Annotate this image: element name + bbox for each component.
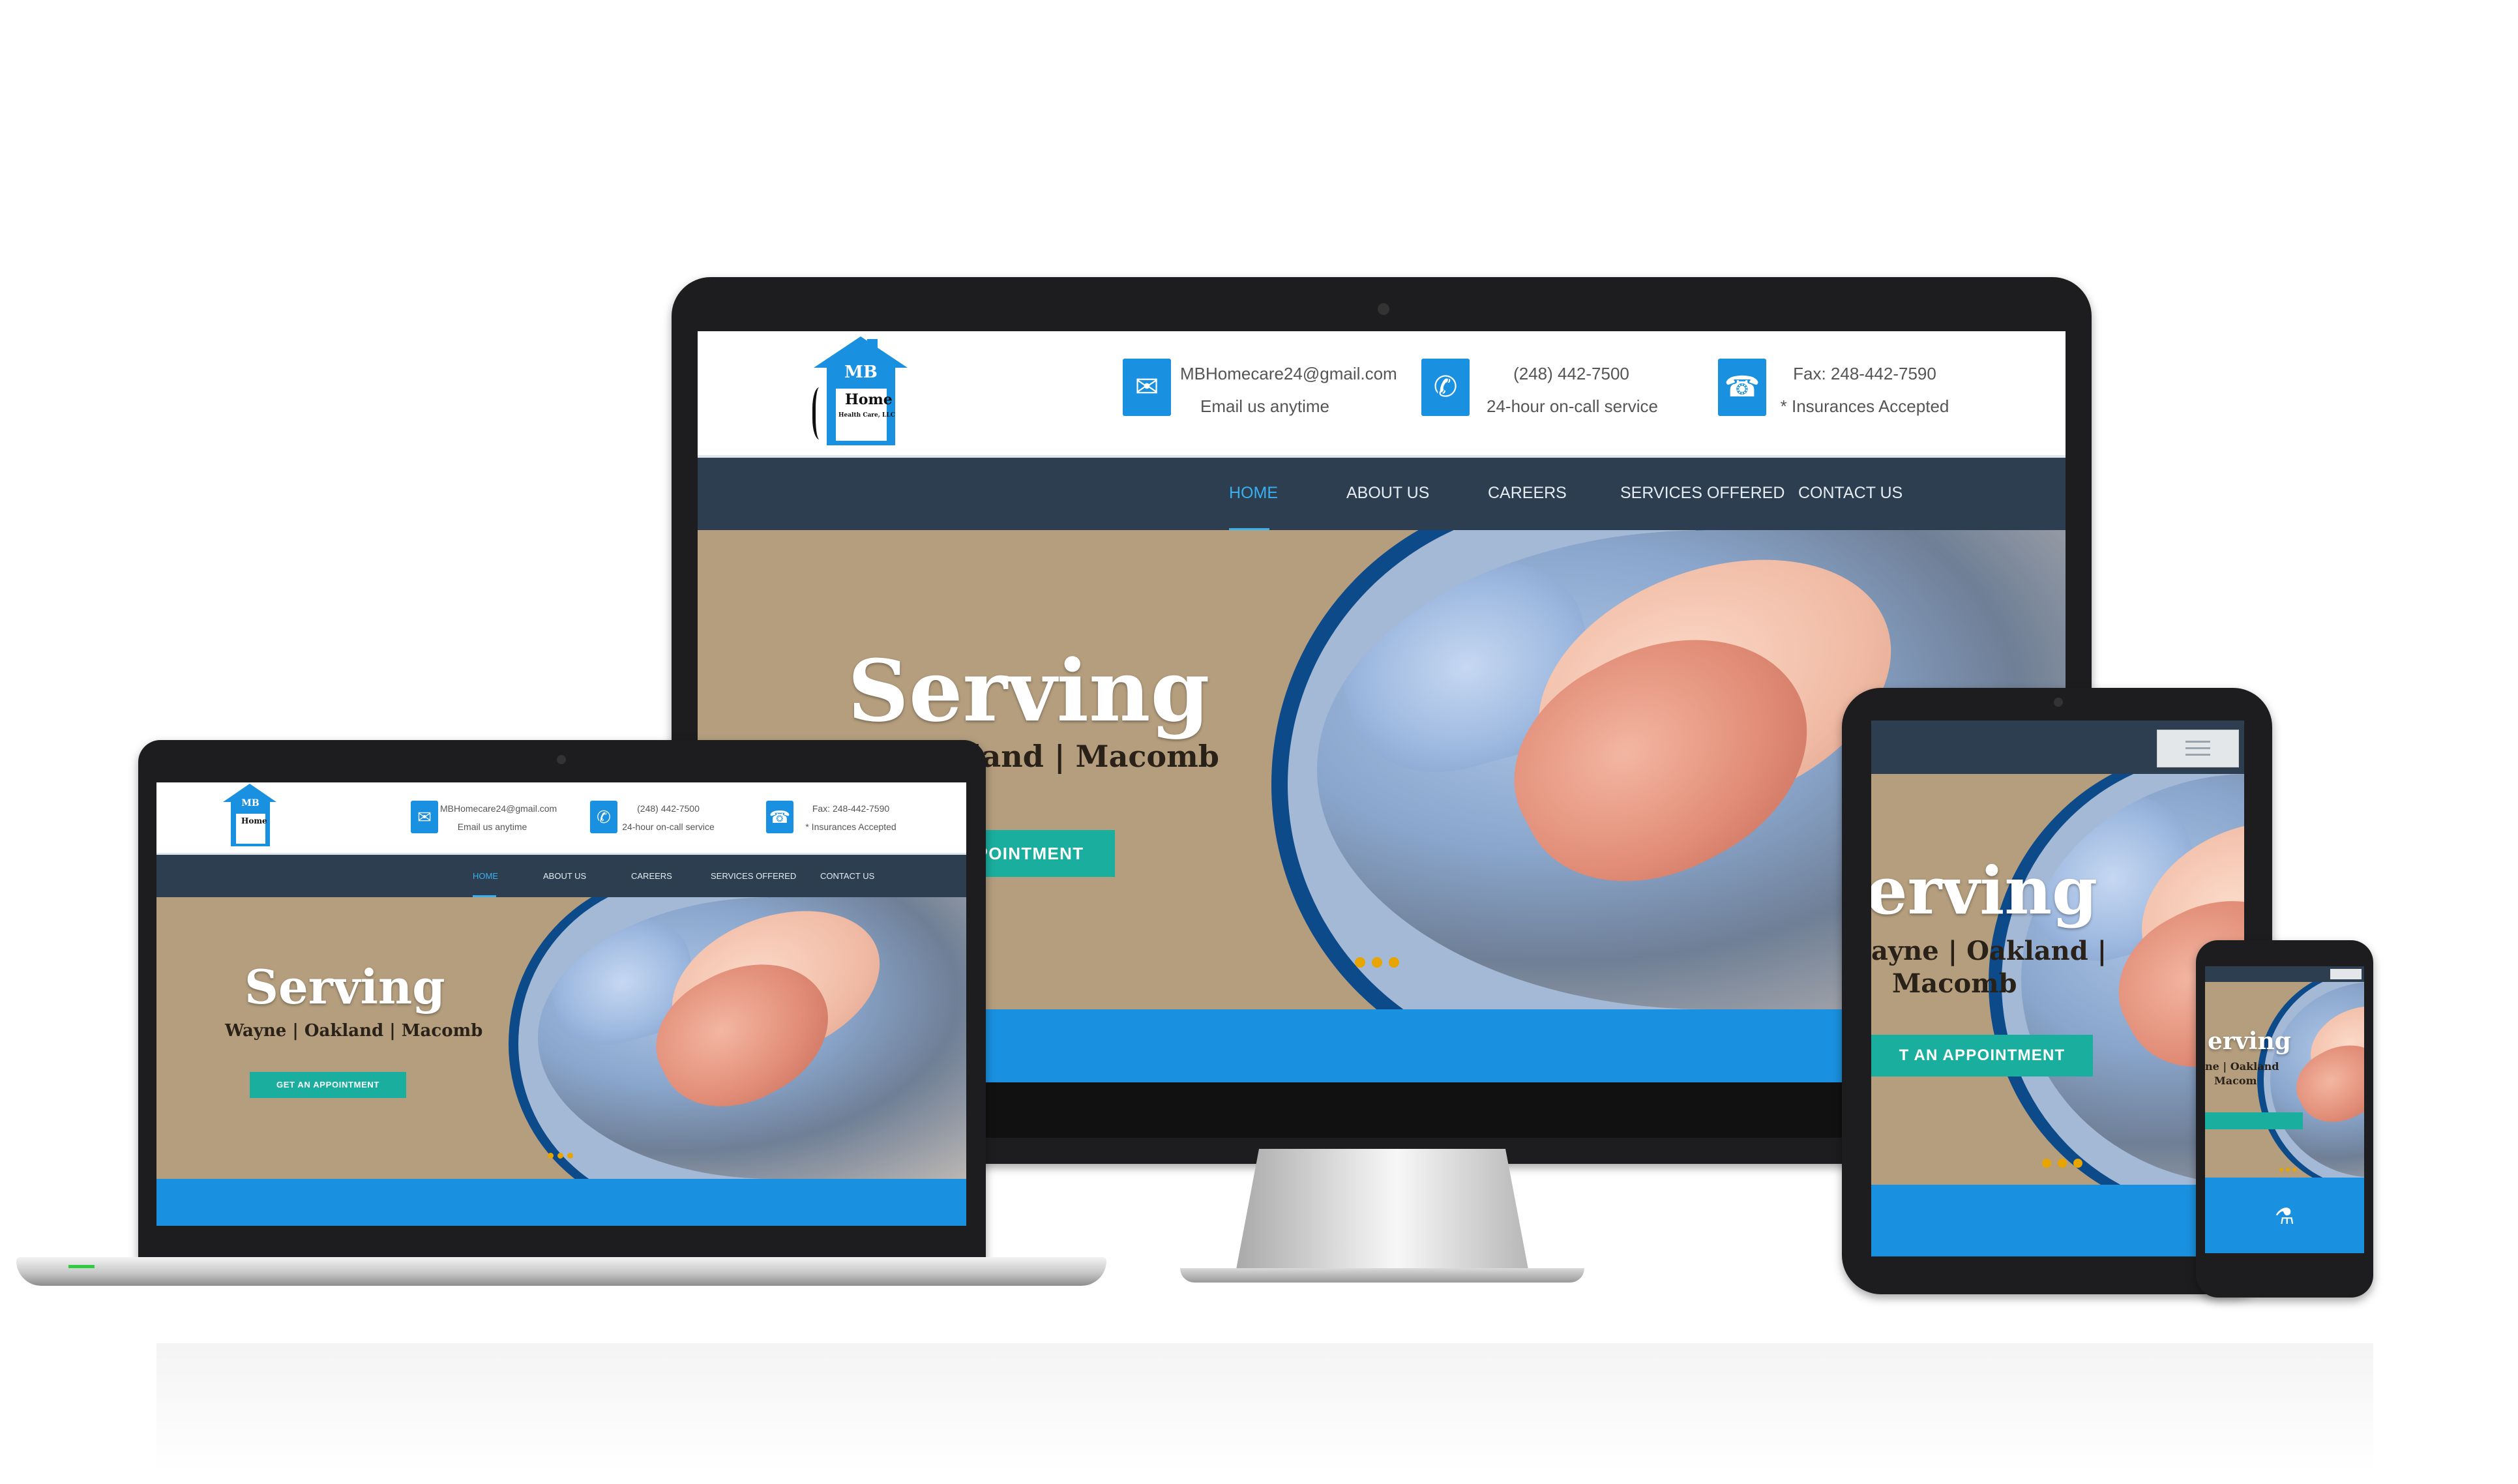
hero-cta-button[interactable]: T AN APPOINTMENT — [1871, 1035, 2093, 1076]
envelope-icon[interactable]: ✉ — [411, 801, 438, 833]
logo-initials: MB — [844, 363, 878, 382]
logo-figure-icon — [812, 387, 830, 439]
header-email-note: Email us anytime — [457, 822, 527, 832]
main-nav: HOME ABOUT US CAREERS SERVICES OFFERED C… — [156, 853, 966, 899]
hero-regions-line1: ne | Oakland — [2205, 1060, 2279, 1073]
menu-bar — [2185, 741, 2210, 743]
slider-dot[interactable] — [548, 1153, 554, 1159]
slider-dots[interactable] — [2279, 1163, 2296, 1175]
menu-bar — [2185, 747, 2210, 749]
slider-dot[interactable] — [2279, 1168, 2283, 1172]
nav-item-careers[interactable]: CAREERS — [631, 871, 672, 881]
tablet-camera — [2054, 698, 2063, 707]
slider-dot[interactable] — [1372, 957, 1382, 968]
laptop-base — [16, 1257, 1106, 1286]
hero-regions: land | Macomb — [970, 739, 1219, 774]
header-phone[interactable]: (248) 442-7500 — [616, 803, 720, 814]
site-header: MB Home ✉ MBHomecare24@gmail.com Email u… — [156, 782, 966, 853]
laptop-power-light — [68, 1265, 95, 1268]
floor-reflection — [156, 1343, 2373, 1474]
slider-dots[interactable] — [1355, 957, 1399, 971]
hero-regions: Wayne | Oakland | Macomb — [225, 1021, 483, 1041]
hero-regions-line2: Macomb — [1892, 968, 2017, 999]
hero-slider: erving ayne | Oakland | Macomb T AN APPO… — [1871, 774, 2244, 1185]
header-email[interactable]: MBHomecare24@gmail.com — [440, 803, 557, 814]
site-header: MB Home Health Care, LLC ✉ MBHomecare24@… — [698, 331, 2066, 455]
slider-dots[interactable] — [2042, 1159, 2082, 1171]
desktop-base — [1180, 1268, 1584, 1283]
nav-item-home[interactable]: HOME — [473, 871, 498, 881]
hero-regions-line1: ayne | Oakland | — [1871, 936, 2107, 966]
mobile-nav — [2205, 966, 2364, 982]
hamburger-menu-icon[interactable] — [2157, 730, 2239, 767]
header-email-note: Email us anytime — [1200, 396, 1329, 416]
nav-item-contact[interactable]: CONTACT US — [820, 871, 874, 881]
header-fax: Fax: 248-442-7590 — [812, 803, 890, 814]
slider-dot[interactable] — [1389, 957, 1399, 968]
slider-dot[interactable] — [567, 1153, 573, 1159]
blue-band: ⚗ — [2205, 1178, 2364, 1253]
blue-band — [156, 1179, 966, 1226]
desktop-camera — [1378, 303, 1389, 315]
phone-icon[interactable]: ✆ — [590, 801, 617, 833]
menu-bar — [2185, 754, 2210, 756]
slider-dot[interactable] — [1355, 957, 1365, 968]
header-email[interactable]: MBHomecare24@gmail.com — [1180, 364, 1397, 384]
header-fax: Fax: 248-442-7590 — [1793, 364, 1936, 383]
tablet-website: erving ayne | Oakland | Macomb T AN APPO… — [1871, 720, 2244, 1256]
hamburger-menu-icon[interactable] — [2330, 969, 2362, 979]
hero-heading: Serving — [244, 959, 445, 1015]
slider-dot[interactable] — [2292, 1168, 2296, 1172]
nav-item-contact[interactable]: CONTACT US — [1798, 484, 1903, 503]
mobile-nav — [1871, 720, 2244, 774]
header-fax-note: * Insurances Accepted — [805, 822, 896, 832]
hero-heading: erving — [1871, 852, 2098, 929]
header-fax-note: * Insurances Accepted — [1780, 396, 1949, 416]
laptop-website: MB Home ✉ MBHomecare24@gmail.com Email u… — [156, 782, 966, 1226]
phone-icon[interactable]: ✆ — [1421, 359, 1470, 416]
hero-regions-line2: Macom — [2214, 1075, 2257, 1087]
main-nav: HOME ABOUT US CAREERS SERVICES OFFERED C… — [698, 455, 2066, 533]
blue-band — [1871, 1185, 2244, 1256]
hero-heading: erving — [2208, 1028, 2291, 1055]
nav-item-home[interactable]: HOME — [1229, 484, 1278, 503]
desktop-stand — [1236, 1149, 1529, 1273]
nav-item-about[interactable]: ABOUT US — [543, 871, 586, 881]
phone-screen: erving ne | Oakland Macom ⚗ — [2205, 966, 2364, 1253]
tablet-screen: erving ayne | Oakland | Macomb T AN APPO… — [1871, 720, 2244, 1256]
slider-dot[interactable] — [557, 1153, 563, 1159]
hero-heading: Serving — [848, 641, 1210, 741]
hero-slider: erving ne | Oakland Macom — [2205, 982, 2364, 1178]
logo-word: Home — [845, 391, 893, 408]
laptop-screen: MB Home ✉ MBHomecare24@gmail.com Email u… — [156, 782, 966, 1226]
logo-word: Home — [241, 816, 267, 825]
slider-dots[interactable] — [548, 1150, 573, 1162]
envelope-icon[interactable]: ✉ — [1123, 359, 1171, 416]
phone-website: erving ne | Oakland Macom ⚗ — [2205, 966, 2364, 1253]
slider-dot[interactable] — [2042, 1159, 2051, 1168]
flask-icon[interactable]: ⚗ — [2272, 1204, 2298, 1230]
logo-sub: Health Care, LLC — [838, 412, 895, 419]
nav-item-about[interactable]: ABOUT US — [1346, 484, 1429, 503]
logo-chimney — [867, 339, 878, 359]
laptop-camera — [557, 755, 566, 764]
header-phone[interactable]: (248) 442-7500 — [1487, 364, 1656, 384]
slider-dot[interactable] — [2286, 1168, 2290, 1172]
nav-item-services[interactable]: SERVICES OFFERED — [711, 871, 796, 881]
nav-item-careers[interactable]: CAREERS — [1488, 484, 1567, 503]
header-phone-note: 24-hour on-call service — [622, 822, 715, 832]
fax-icon[interactable]: ☎ — [766, 801, 793, 833]
hero-cta-button[interactable]: GET AN APPOINTMENT — [250, 1072, 406, 1098]
hero-cta-button[interactable] — [2205, 1112, 2303, 1129]
fax-icon[interactable]: ☎ — [1718, 359, 1766, 416]
nav-item-services[interactable]: SERVICES OFFERED — [1620, 484, 1785, 503]
hero-slider: Serving Wayne | Oakland | Macomb GET AN … — [156, 897, 966, 1179]
site-logo[interactable]: MB Home — [216, 784, 282, 849]
header-phone-note: 24-hour on-call service — [1487, 396, 1659, 416]
slider-dot[interactable] — [2073, 1159, 2082, 1168]
logo-initials: MB — [241, 798, 259, 809]
site-logo[interactable]: MB Home Health Care, LLC — [802, 336, 919, 451]
slider-dot[interactable] — [2058, 1159, 2067, 1168]
